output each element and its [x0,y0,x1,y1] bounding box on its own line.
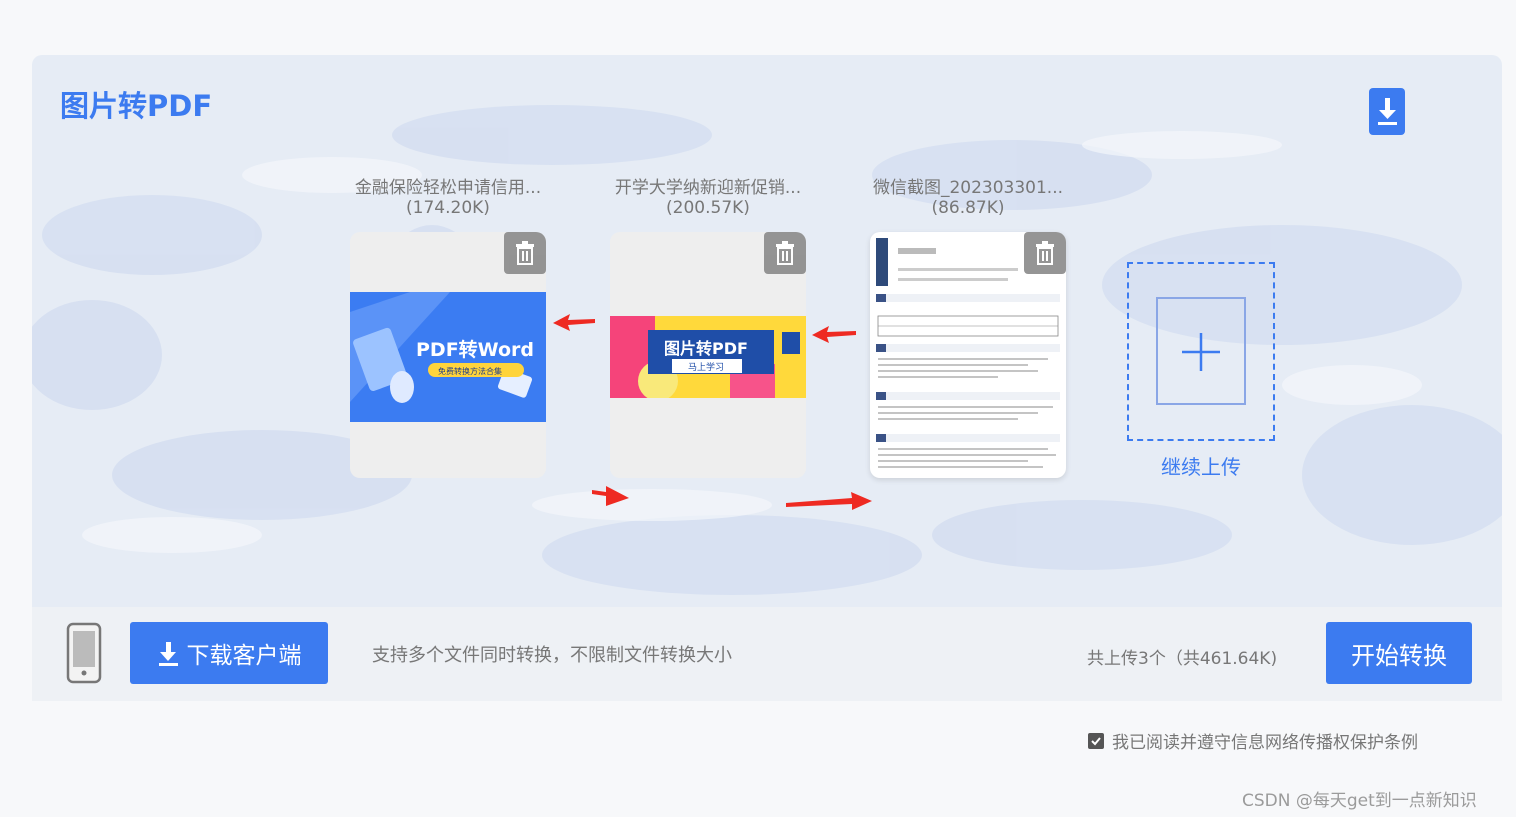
continue-upload-label[interactable]: 继续上传 [1127,451,1275,480]
thumbnail-image: 图片转PDF 马上学习 [610,316,806,398]
plus-icon [1182,333,1220,371]
download-client-button[interactable]: 下载客户端 [130,622,328,684]
file-name: 微信截图_202303301... [872,178,1064,198]
file-name: 金融保险轻松申请信用... [354,178,542,198]
panel-title: 图片转PDF [60,89,213,123]
agreement-checkbox[interactable] [1088,732,1104,749]
file-thumbnail: PDF转Word 免费转换方法合集 [350,232,546,478]
download-button[interactable] [1369,88,1405,135]
converter-panel: 图片转PDF 金融保险轻松申请信用... (174.20K) PDF转Word [32,55,1502,607]
arrow-left-2 [812,326,856,343]
arrow-right-2 [786,492,872,510]
mobile-phone-icon [66,622,102,684]
watermark: CSDN @每天get到一点新知识 [1242,791,1477,811]
file-size: (86.87K) [931,198,1005,218]
trash-icon [1036,241,1054,265]
delete-button[interactable] [764,232,806,274]
file-thumbnail: 图片转PDF 马上学习 [610,232,806,478]
page: 图片转PDF 金融保险轻松申请信用... (174.20K) PDF转Word [0,0,1516,817]
arrow-left-1 [553,314,595,331]
checkmark-icon [1091,736,1101,745]
agreement-text[interactable]: 我已阅读并遵守信息网络传播权保护条例 [1112,728,1418,753]
download-client-label: 下载客户端 [186,643,302,669]
file-size: (200.57K) [666,198,750,218]
file-size: (174.20K) [406,198,490,218]
upload-frame [1156,297,1246,405]
bottom-bar: 下载客户端 支持多个文件同时转换，不限制文件转换大小 共上传3个（共461.64… [32,607,1502,701]
arrow-right-1 [592,486,629,506]
file-thumbnail [870,232,1066,478]
thumbnail-title: 图片转PDF [664,339,748,358]
delete-button[interactable] [1024,232,1066,274]
file-name: 开学大学纳新迎新促销... [614,178,802,198]
download-icon [1378,98,1397,125]
upload-count: 共上传3个（共461.64K) [1087,649,1278,669]
delete-button[interactable] [504,232,546,274]
thumbnail-subtitle: 免费转换方法合集 [438,366,502,376]
thumbnail-title: PDF转Word [416,338,534,361]
agreement: 我已阅读并遵守信息网络传播权保护条例 [1088,728,1418,753]
support-text: 支持多个文件同时转换，不限制文件转换大小 [372,645,732,666]
thumbnail-subtitle: 马上学习 [688,361,724,373]
thumbnail-image: PDF转Word 免费转换方法合集 [350,292,546,422]
continue-upload-button[interactable] [1127,262,1275,441]
start-convert-button[interactable]: 开始转换 [1326,622,1472,684]
trash-icon [776,241,794,265]
trash-icon [516,241,534,265]
download-icon [157,640,179,666]
